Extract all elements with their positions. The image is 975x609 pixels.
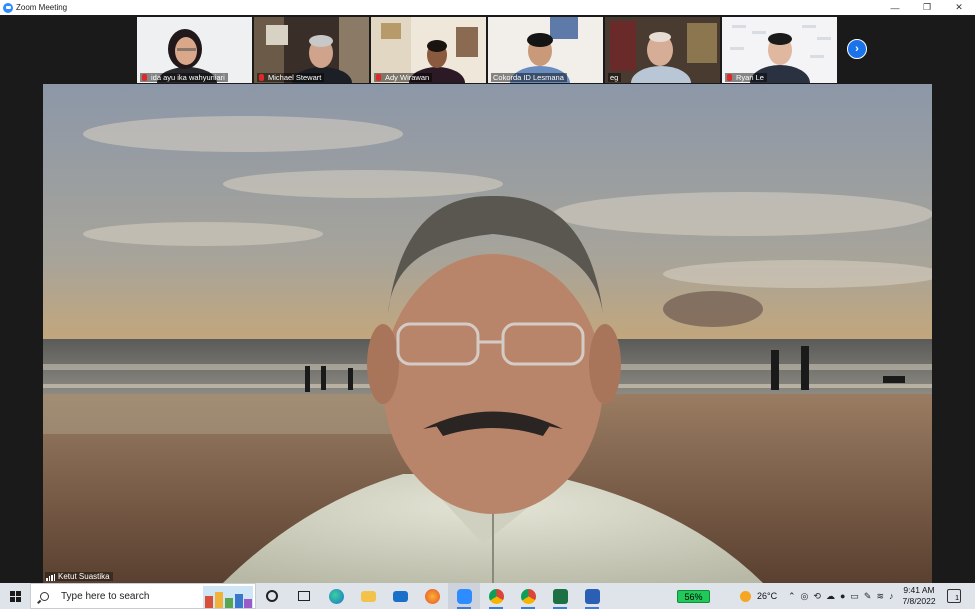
participant-tile[interactable]: eg bbox=[605, 17, 720, 83]
tray-sync-icon[interactable]: ⟲ bbox=[813, 591, 821, 602]
clock-date: 7/8/2022 bbox=[902, 596, 936, 606]
windows-taskbar: Type here to search 56% 26°C ⌃ ◎ ⟲ ☁ ● ▭… bbox=[0, 583, 975, 609]
muted-mic-icon bbox=[259, 74, 264, 81]
participant-tile[interactable]: Ryan Le bbox=[722, 17, 837, 83]
taskbar-chrome[interactable] bbox=[480, 583, 512, 609]
taskbar-mail[interactable] bbox=[384, 583, 416, 609]
taskbar-file-explorer[interactable] bbox=[352, 583, 384, 609]
notification-count: 1 bbox=[955, 595, 959, 602]
task-view-icon bbox=[298, 591, 310, 601]
edge-icon bbox=[328, 588, 344, 604]
mail-icon bbox=[392, 590, 408, 602]
participant-name-tag: Ady Wirawan bbox=[374, 73, 433, 82]
battery-icon[interactable]: ▭ bbox=[850, 591, 859, 602]
search-highlight-illustration-icon bbox=[203, 586, 253, 608]
taskbar-zoom[interactable] bbox=[448, 583, 480, 609]
microphone-icon[interactable]: ● bbox=[840, 591, 845, 601]
taskbar-search-box[interactable]: Type here to search bbox=[30, 583, 256, 609]
weather-temperature: 26°C bbox=[757, 591, 778, 601]
cloud-icon[interactable]: ☁ bbox=[826, 591, 835, 602]
sun-icon bbox=[740, 590, 751, 602]
muted-mic-icon bbox=[727, 74, 732, 81]
speaker-name-tag: Ketut Suastika bbox=[45, 572, 113, 581]
zoom-icon bbox=[456, 588, 472, 604]
system-tray: ⌃ ◎ ⟲ ☁ ● ▭ ✎ ≋ ♪ bbox=[788, 583, 894, 609]
zoom-app-icon bbox=[3, 2, 13, 13]
participant-name: Ryan Le bbox=[736, 73, 764, 82]
chevron-right-icon: › bbox=[855, 43, 859, 55]
speaker-volume-icon[interactable]: ♪ bbox=[889, 591, 894, 601]
participant-name-tag: Cokorda ID Lesmana bbox=[491, 73, 567, 82]
cortana-button[interactable] bbox=[256, 583, 288, 609]
speaker-video-frame bbox=[43, 84, 932, 583]
taskbar-word[interactable] bbox=[576, 583, 608, 609]
participant-name: Michael Stewart bbox=[268, 73, 322, 82]
wifi-icon[interactable]: ≋ bbox=[876, 591, 884, 602]
window-controls: — ❐ ✕ bbox=[879, 0, 975, 15]
taskbar-excel[interactable] bbox=[544, 583, 576, 609]
taskbar-edge[interactable] bbox=[320, 583, 352, 609]
folder-icon bbox=[360, 590, 376, 602]
taskbar-clock[interactable]: 9:41 AM 7/8/2022 bbox=[896, 585, 942, 607]
participant-name: eg bbox=[610, 73, 619, 82]
participant-name: ida ayu ika wahyuniari bbox=[151, 73, 225, 82]
participant-tile[interactable]: Michael Stewart bbox=[254, 17, 369, 83]
participant-name: Ady Wirawan bbox=[385, 73, 430, 82]
active-speaker-video[interactable]: Ketut Suastika bbox=[43, 84, 932, 583]
speaker-name: Ketut Suastika bbox=[58, 572, 110, 581]
chevron-up-icon[interactable]: ⌃ bbox=[788, 591, 796, 602]
cortana-icon bbox=[266, 590, 278, 602]
participant-tile[interactable]: Cokorda ID Lesmana bbox=[488, 17, 603, 83]
battery-percent-badge[interactable]: 56% bbox=[677, 590, 710, 603]
chrome-icon bbox=[520, 588, 536, 604]
participant-gallery: ida ayu ika wahyuniari Michael Stewart A… bbox=[137, 17, 837, 83]
notification-center-button[interactable]: 1 bbox=[947, 589, 961, 603]
windows-logo-icon bbox=[9, 590, 21, 602]
task-view-button[interactable] bbox=[288, 583, 320, 609]
participant-name-tag: eg bbox=[608, 73, 622, 82]
word-icon bbox=[584, 588, 600, 604]
start-button[interactable] bbox=[0, 583, 30, 609]
participant-name: Cokorda ID Lesmana bbox=[493, 73, 564, 82]
chrome-icon bbox=[488, 588, 504, 604]
participant-tile[interactable]: ida ayu ika wahyuniari bbox=[137, 17, 252, 83]
restore-button[interactable]: ❐ bbox=[911, 0, 943, 15]
muted-mic-icon bbox=[376, 74, 381, 81]
minimize-button[interactable]: — bbox=[879, 0, 911, 15]
connection-signal-icon bbox=[46, 574, 55, 581]
taskbar-chrome-profile[interactable] bbox=[512, 583, 544, 609]
window-title: Zoom Meeting bbox=[16, 3, 68, 12]
window-title-bar: Zoom Meeting — ❐ ✕ bbox=[0, 0, 975, 15]
firefox-icon bbox=[424, 588, 440, 604]
participant-name-tag: Ryan Le bbox=[725, 73, 767, 82]
tray-app-icon[interactable]: ◎ bbox=[801, 591, 809, 602]
taskbar-firefox[interactable] bbox=[416, 583, 448, 609]
participant-tile[interactable]: Ady Wirawan bbox=[371, 17, 486, 83]
meeting-area: ida ayu ika wahyuniari Michael Stewart A… bbox=[0, 15, 975, 583]
participant-name-tag: Michael Stewart bbox=[257, 73, 325, 82]
participant-name-tag: ida ayu ika wahyuniari bbox=[140, 73, 228, 82]
weather-widget[interactable]: 26°C bbox=[740, 583, 777, 609]
clock-time: 9:41 AM bbox=[903, 585, 935, 595]
search-icon bbox=[40, 591, 49, 601]
next-page-button[interactable]: › bbox=[847, 39, 867, 59]
search-placeholder: Type here to search bbox=[61, 590, 150, 602]
close-button[interactable]: ✕ bbox=[943, 0, 975, 15]
excel-icon bbox=[552, 588, 568, 604]
muted-mic-icon bbox=[142, 74, 147, 81]
pen-icon[interactable]: ✎ bbox=[864, 591, 872, 602]
participant-video bbox=[605, 17, 720, 83]
